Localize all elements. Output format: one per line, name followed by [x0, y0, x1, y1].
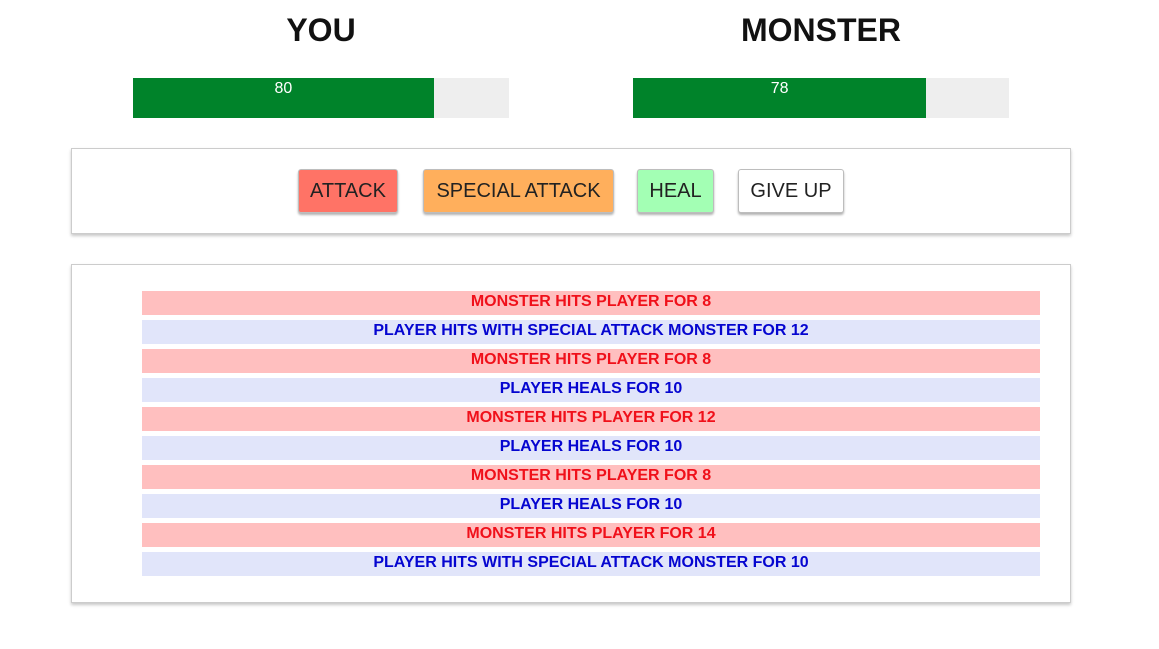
player-healthbar-fill: 80	[133, 78, 434, 118]
give-up-button[interactable]: GIVE UP	[738, 169, 844, 213]
log-entry: PLAYER HITS WITH SPECIAL ATTACK MONSTER …	[142, 552, 1040, 576]
log-entry: MONSTER HITS PLAYER FOR 8	[142, 291, 1040, 315]
monster-healthbar-fill: 78	[633, 78, 927, 118]
monster-healthbar: 78	[633, 78, 1009, 118]
controls-panel: ATTACK SPECIAL ATTACK HEAL GIVE UP	[71, 148, 1071, 234]
log-entry: MONSTER HITS PLAYER FOR 12	[142, 407, 1040, 431]
monster-name: MONSTER	[741, 12, 901, 48]
log-entry: PLAYER HEALS FOR 10	[142, 378, 1040, 402]
battle-log: MONSTER HITS PLAYER FOR 8 PLAYER HITS WIT…	[142, 291, 1040, 581]
player-name: YOU	[286, 12, 356, 48]
battle-log-panel: MONSTER HITS PLAYER FOR 8 PLAYER HITS WIT…	[71, 264, 1071, 603]
monster-health-value: 78	[770, 80, 789, 97]
player-healthbar: 80	[133, 78, 509, 118]
log-entry: MONSTER HITS PLAYER FOR 8	[142, 465, 1040, 489]
log-entry: PLAYER HITS WITH SPECIAL ATTACK MONSTER …	[142, 320, 1040, 344]
heal-button[interactable]: HEAL	[637, 169, 714, 213]
attack-button[interactable]: ATTACK	[298, 169, 398, 213]
log-entry: MONSTER HITS PLAYER FOR 14	[142, 523, 1040, 547]
log-entry: MONSTER HITS PLAYER FOR 8	[142, 349, 1040, 373]
game-screen: YOU 80 MONSTER 78 ATTACK SPECIAL ATTACK …	[0, 0, 1159, 649]
player-health-value: 80	[274, 80, 293, 97]
log-entry: PLAYER HEALS FOR 10	[142, 494, 1040, 518]
special-attack-button[interactable]: SPECIAL ATTACK	[423, 169, 614, 213]
log-entry: PLAYER HEALS FOR 10	[142, 436, 1040, 460]
